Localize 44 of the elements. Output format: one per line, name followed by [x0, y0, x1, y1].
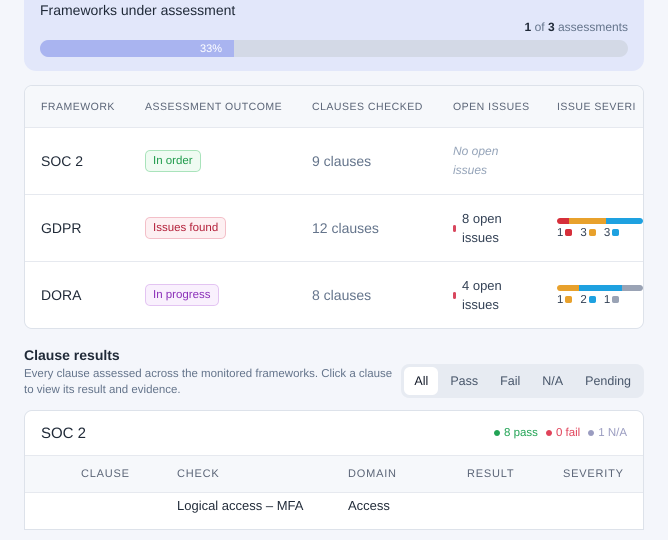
status-count: 0 fail [556, 427, 580, 439]
severity-count: 3 [604, 226, 610, 238]
group-title: SOC 2 [41, 424, 86, 442]
filter-tab[interactable]: Pending [575, 367, 641, 395]
column-header: FRAMEWORK [41, 100, 116, 112]
domain-name: Access [348, 497, 391, 513]
severity-count: 1 [557, 294, 564, 306]
column-header: DOMAIN [348, 468, 398, 480]
open-issues: 4 open issues [462, 277, 503, 314]
filter-tab[interactable]: N/A [532, 367, 574, 395]
section-title: Frameworks under assessment [40, 2, 236, 18]
assessment-count: 1 of 3 assessments [524, 20, 628, 34]
severity-count: 1 [604, 294, 610, 306]
open-issues: 8 open issues [462, 210, 503, 247]
severity-count: 1 [557, 226, 564, 238]
filter-tab[interactable]: Fail [490, 367, 530, 395]
filter-tab[interactable]: Pass [440, 367, 488, 395]
status-count: 8 pass [504, 427, 538, 439]
open-issues: No open issues [453, 143, 500, 179]
outcome-badge: In progress [145, 284, 219, 306]
column-header: ASSESSMENT OUTCOME [145, 100, 284, 112]
check-name: Logical access – MFA [177, 497, 304, 513]
progress-label: 33% [200, 42, 222, 54]
section-title: Clause results [24, 347, 121, 363]
clause-count: 8 clauses [312, 287, 372, 303]
column-header: SEVERITY [563, 468, 625, 480]
framework-name: GDPR [41, 220, 82, 236]
column-header: ISSUE SEVERI [557, 100, 637, 112]
framework-name: SOC 2 [41, 153, 84, 169]
filter-tab[interactable]: All [404, 367, 438, 395]
column-header: CLAUSE [81, 468, 131, 480]
outcome-badge: In order [145, 150, 201, 172]
outcome-badge: Issues found [145, 217, 226, 239]
column-header: RESULT [467, 468, 516, 480]
severity-count: 3 [580, 226, 587, 238]
framework-name: DORA [41, 287, 82, 303]
column-header: OPEN ISSUES [453, 100, 531, 112]
clause-count: 9 clauses [312, 153, 372, 169]
column-header: CHECK [177, 468, 221, 480]
severity-count: 2 [580, 294, 587, 306]
status-count: 1 N/A [598, 427, 627, 439]
section-description: Every clause assessed across the monitored frameworks. Click a clause to view its result and evidence. [24, 367, 394, 398]
column-header: CLAUSES CHECKED [312, 100, 424, 112]
clause-count: 12 clauses [312, 220, 380, 236]
